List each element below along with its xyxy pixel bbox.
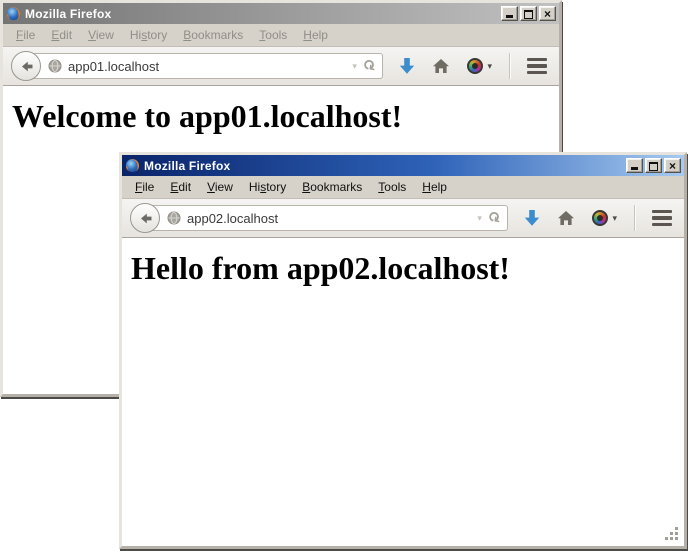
minimize-icon [506, 15, 513, 18]
addon-caret-icon[interactable]: ▾ [487, 61, 492, 72]
back-arrow-icon [18, 58, 35, 75]
back-arrow-icon [137, 210, 154, 227]
menu-bar: File Edit View History Bookmarks Tools H… [122, 176, 684, 199]
download-button[interactable] [524, 209, 540, 227]
maximize-icon [524, 10, 533, 19]
home-button[interactable] [557, 210, 575, 226]
download-button[interactable] [399, 57, 415, 75]
toolbar-separator [509, 53, 510, 79]
lens-addon-icon [592, 210, 608, 226]
menu-help[interactable]: Help [414, 178, 455, 196]
titlebar[interactable]: Mozilla Firefox × [122, 155, 684, 176]
menu-file[interactable]: File [127, 178, 162, 196]
home-icon [557, 210, 575, 226]
menu-bookmarks[interactable]: Bookmarks [175, 26, 251, 44]
close-button[interactable]: × [664, 158, 681, 173]
menu-history[interactable]: History [241, 178, 294, 196]
window-title: Mozilla Firefox [25, 7, 497, 21]
maximize-button[interactable] [520, 6, 537, 21]
window-title: Mozilla Firefox [144, 159, 622, 173]
url-bar[interactable]: app02.localhost ▾ ⟳ [144, 205, 508, 231]
download-arrow-icon [524, 209, 540, 227]
page-content: Hello from app02.localhost! [122, 238, 684, 546]
toolbar-separator [634, 205, 635, 231]
resize-grip[interactable] [664, 526, 680, 542]
url-input[interactable]: app02.localhost [187, 211, 471, 226]
maximize-button[interactable] [645, 158, 662, 173]
home-button[interactable] [432, 58, 450, 74]
mnemonic-letter: H [422, 180, 431, 194]
minimize-button[interactable] [626, 158, 643, 173]
urlbar-dropdown-icon[interactable]: ▾ [352, 61, 357, 72]
menu-tools[interactable]: Tools [370, 178, 414, 196]
hamburger-menu-button[interactable] [652, 210, 672, 227]
hamburger-menu-button[interactable] [527, 58, 547, 75]
reload-icon[interactable]: ⟳ [483, 208, 505, 229]
lens-addon-icon [467, 58, 483, 74]
addon-button[interactable]: ▾ [592, 210, 617, 226]
page-heading: Welcome to app01.localhost! [12, 98, 559, 135]
menu-help[interactable]: Help [295, 26, 336, 44]
firefox-window-app02: Mozilla Firefox × File Edit View History… [119, 152, 687, 549]
menu-bookmarks[interactable]: Bookmarks [294, 178, 370, 196]
menu-bar: File Edit View History Bookmarks Tools H… [3, 24, 559, 47]
close-button[interactable]: × [539, 6, 556, 21]
menu-history[interactable]: History [122, 26, 175, 44]
url-input[interactable]: app01.localhost [68, 59, 346, 74]
page-heading: Hello from app02.localhost! [131, 250, 684, 287]
addon-caret-icon[interactable]: ▾ [612, 213, 617, 224]
titlebar[interactable]: Mozilla Firefox × [3, 3, 559, 24]
url-bar[interactable]: app01.localhost ▾ ⟳ [25, 53, 383, 79]
navigation-toolbar: app02.localhost ▾ ⟳ ▾ [122, 199, 684, 238]
mnemonic-letter: H [303, 28, 312, 42]
menu-edit[interactable]: Edit [162, 178, 199, 196]
back-button[interactable] [11, 51, 41, 81]
navigation-toolbar: app01.localhost ▾ ⟳ ▾ [3, 47, 559, 86]
mnemonic-letter: V [207, 180, 215, 194]
globe-icon[interactable] [48, 59, 62, 73]
firefox-logo-icon[interactable] [6, 6, 21, 21]
download-arrow-icon [399, 57, 415, 75]
menu-tools[interactable]: Tools [251, 26, 295, 44]
menu-view[interactable]: View [80, 26, 122, 44]
menu-view[interactable]: View [199, 178, 241, 196]
close-icon: × [669, 161, 676, 171]
reload-icon[interactable]: ⟳ [358, 56, 380, 77]
home-icon [432, 58, 450, 74]
back-button[interactable] [130, 203, 160, 233]
menu-file[interactable]: File [8, 26, 43, 44]
minimize-button[interactable] [501, 6, 518, 21]
maximize-icon [649, 162, 658, 171]
urlbar-dropdown-icon[interactable]: ▾ [477, 213, 482, 224]
close-icon: × [544, 9, 551, 19]
firefox-logo-icon[interactable] [125, 158, 140, 173]
desktop: Mozilla Firefox × File Edit View History… [0, 0, 688, 551]
globe-icon[interactable] [167, 211, 181, 225]
menu-edit[interactable]: Edit [43, 26, 80, 44]
mnemonic-letter: V [88, 28, 96, 42]
minimize-icon [631, 167, 638, 170]
addon-button[interactable]: ▾ [467, 58, 492, 74]
